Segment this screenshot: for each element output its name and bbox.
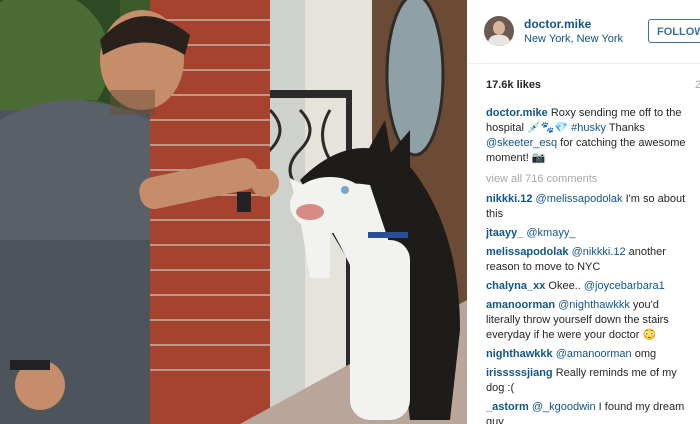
comment-text: omg bbox=[631, 348, 657, 360]
comment-mention[interactable]: @nighthawkkk bbox=[558, 299, 630, 311]
comment-mention[interactable]: @melissapodolak bbox=[536, 193, 623, 205]
comment-username[interactable]: irisssssjiang bbox=[486, 367, 553, 379]
comment-username[interactable]: amanoorman bbox=[486, 299, 555, 311]
comment-mention[interactable]: @amanoorman bbox=[556, 348, 632, 360]
list-item: irisssssjiang Really reminds me of my do… bbox=[486, 366, 696, 396]
list-item: jtaayy_ @kmayy_ bbox=[486, 226, 696, 241]
list-item: nikkki.12 @melissapodolak I'm so about t… bbox=[486, 192, 696, 222]
post-sidebar: doctor.mike New York, New York FOLLOW 17… bbox=[467, 0, 700, 424]
comment-mention[interactable]: @nikkki.12 bbox=[572, 246, 626, 258]
caption-mention[interactable]: @skeeter_esq bbox=[486, 137, 557, 149]
comment-mention[interactable]: @kmayy_ bbox=[526, 227, 575, 239]
like-count[interactable]: 17.6k likes bbox=[486, 79, 541, 91]
comment-username[interactable]: nighthawkkk bbox=[486, 348, 553, 360]
avatar[interactable] bbox=[484, 16, 514, 46]
comment-text: Okee.. bbox=[548, 280, 584, 292]
avatar-body bbox=[488, 35, 510, 46]
photo-illustration bbox=[0, 0, 467, 424]
comment-username[interactable]: nikkki.12 bbox=[486, 193, 532, 205]
view-all-comments-link[interactable]: view all 716 comments bbox=[486, 172, 696, 187]
list-item: chalyna_xx Okee.. @joycebarbara1 bbox=[486, 279, 696, 294]
post-header: doctor.mike New York, New York FOLLOW bbox=[467, 0, 700, 64]
avatar-face bbox=[493, 21, 505, 35]
post-time[interactable]: 2 bbox=[695, 79, 700, 91]
username-link[interactable]: doctor.mike bbox=[524, 17, 591, 31]
comment-mention[interactable]: @_kgoodwin bbox=[532, 401, 596, 413]
caption-text-2: Thanks bbox=[605, 122, 645, 134]
comment-username[interactable]: _astorm bbox=[486, 401, 529, 413]
list-item: melissapodolak @nikkki.12 another reason… bbox=[486, 245, 696, 275]
post-photo[interactable] bbox=[0, 0, 467, 424]
list-item: nighthawkkk @amanoorman omg bbox=[486, 347, 696, 362]
comment-username[interactable]: melissapodolak bbox=[486, 246, 569, 258]
caption-username[interactable]: doctor.mike bbox=[486, 107, 548, 119]
location-link[interactable]: New York, New York bbox=[524, 33, 623, 45]
comment-username[interactable]: jtaayy_ bbox=[486, 227, 523, 239]
comment-mention[interactable]: @joycebarbara1 bbox=[584, 280, 665, 292]
comment-username[interactable]: chalyna_xx bbox=[486, 280, 545, 292]
follow-button[interactable]: FOLLOW bbox=[648, 19, 700, 43]
list-item: amanoorman @nighthawkkk you'd literally … bbox=[486, 298, 696, 343]
comment-list: doctor.mike Roxy sending me off to the h… bbox=[486, 106, 696, 424]
caption-hashtag[interactable]: #husky bbox=[571, 122, 606, 134]
list-item: _astorm @_kgoodwin I found my dream guy bbox=[486, 400, 696, 424]
post-caption: doctor.mike Roxy sending me off to the h… bbox=[486, 106, 696, 166]
